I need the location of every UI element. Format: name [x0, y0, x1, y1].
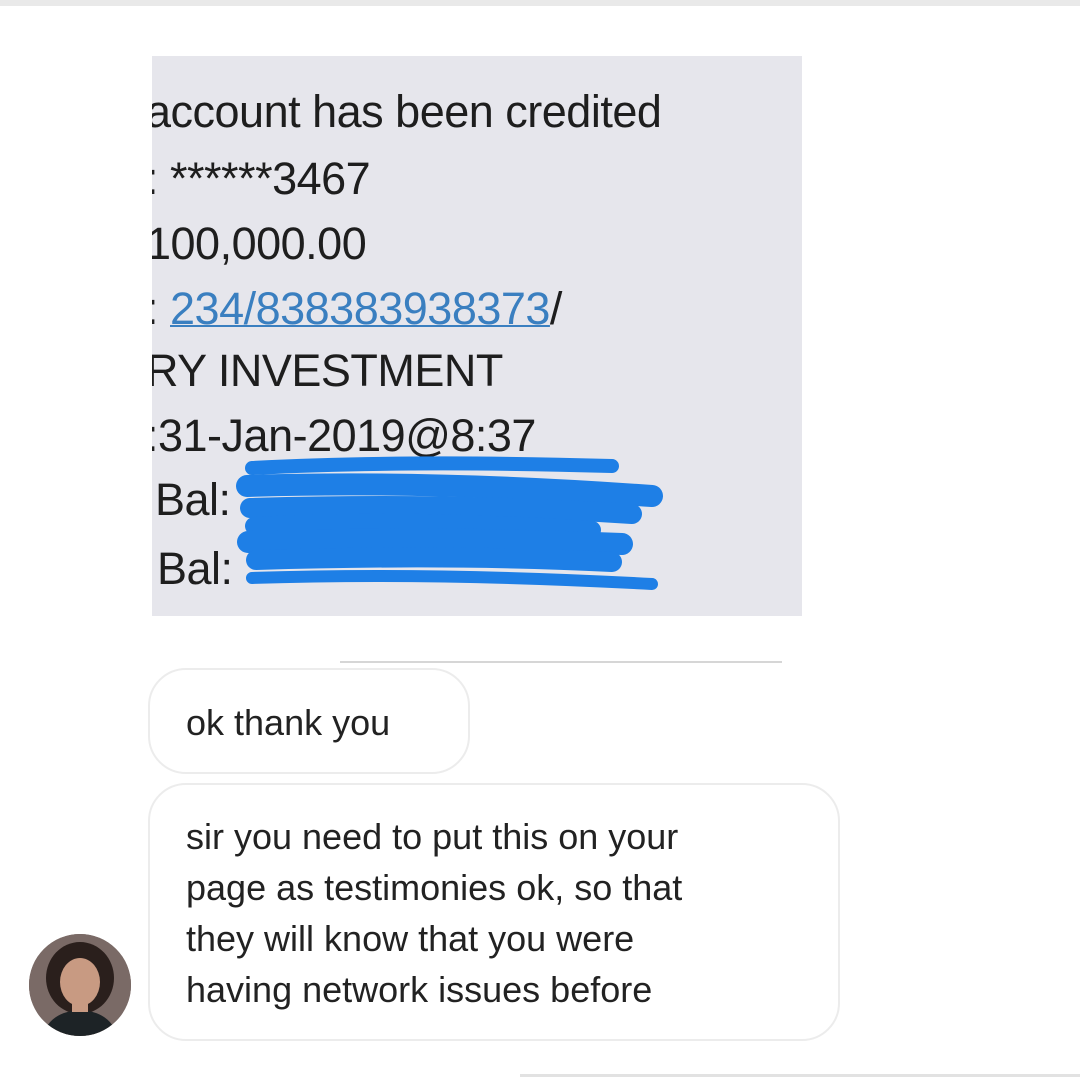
sms-screenshot-image: account has been credited : ******3467 1…: [152, 56, 802, 616]
message-2-line-1: sir you need to put this on your: [186, 816, 679, 857]
top-edge: [0, 0, 1080, 6]
message-bubble-2: sir you need to put this on your page as…: [148, 783, 840, 1041]
bottom-edge: [520, 1074, 1080, 1077]
message-divider: [340, 661, 782, 663]
message-1-line-1: ok thank you: [186, 702, 391, 743]
message-bubble-1: ok thank you: [148, 668, 470, 774]
message-2-line-3: they will know that you were: [186, 918, 635, 959]
avatar-photo-icon: [29, 934, 131, 1036]
redaction-scribble: [236, 456, 663, 590]
contact-avatar[interactable]: [29, 934, 131, 1036]
message-2-line-4: having network issues before: [186, 969, 653, 1010]
message-2-line-2: page as testimonies ok, so that: [186, 867, 683, 908]
